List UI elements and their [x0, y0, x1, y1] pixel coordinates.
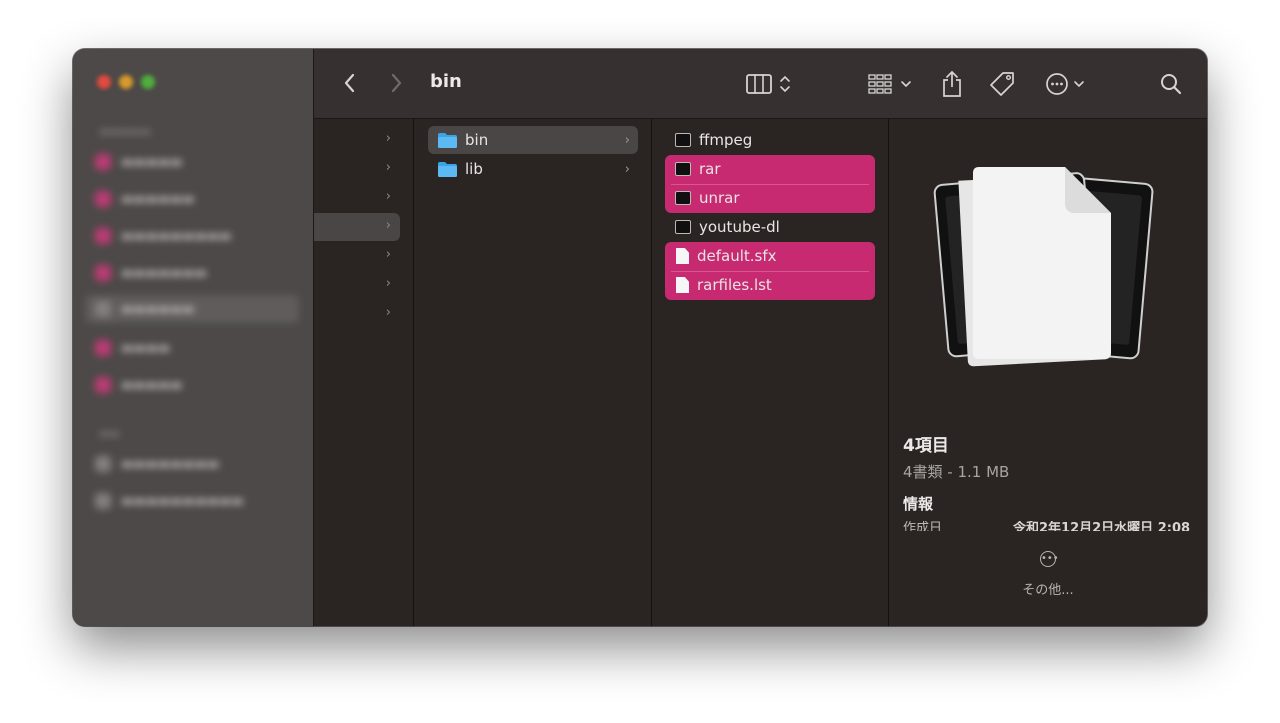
column-view-icon [746, 74, 790, 94]
sidebar-item-icon [95, 493, 111, 509]
folder-icon [438, 132, 457, 148]
chevron-right-icon[interactable]: › [386, 160, 391, 175]
window-title: bin [430, 71, 462, 92]
ellipsis-circle-icon [1046, 73, 1084, 95]
file-row-unrar[interactable]: unrar [665, 184, 875, 212]
minimize-button[interactable] [119, 75, 133, 89]
chevron-right-icon[interactable]: › [386, 276, 391, 291]
search-icon [1161, 74, 1182, 95]
created-value: 令和2年12月2日水曜日 2:08 [1013, 521, 1191, 531]
sidebar-section-header: ▬▬▬▬▬ [99, 125, 151, 138]
sidebar-item[interactable]: ▬▬▬▬▬▬ [95, 298, 195, 320]
more-button[interactable]: ••• その他... [889, 551, 1207, 598]
close-button[interactable] [97, 75, 111, 89]
file-label: youtube-dl [699, 218, 780, 236]
forward-button[interactable] [384, 69, 408, 97]
chevron-left-icon [344, 73, 355, 93]
created-label: 作成日 [903, 521, 943, 531]
folder-icon [438, 161, 457, 177]
sidebar-item[interactable]: ▬▬▬▬▬▬▬▬▬ [95, 225, 232, 247]
file-label: rarfiles.lst [697, 276, 772, 294]
preview-pane: 4項目 4書類 - 1.1 MB 情報 作成日 令和2年12月2日水曜日 2:0… [889, 119, 1207, 626]
file-row-ffmpeg[interactable]: ffmpeg [665, 126, 875, 154]
sidebar-item-icon [95, 154, 111, 170]
executable-icon [675, 133, 691, 147]
chevron-right-icon[interactable]: › [386, 131, 391, 146]
executable-icon [675, 191, 691, 205]
preview-created-row: 作成日 令和2年12月2日水曜日 2:08 [903, 521, 1199, 531]
search-button[interactable] [1158, 71, 1184, 97]
executable-icon [675, 162, 691, 176]
multiple-documents-icon [933, 167, 1154, 367]
action-menu-button[interactable] [1044, 71, 1094, 97]
sidebar-item[interactable]: ▬▬▬▬▬ [95, 151, 182, 173]
group-button[interactable] [867, 71, 917, 97]
column-browser: › › › › › › › bin › lib › ffmpeg rar unr… [314, 119, 1207, 626]
preview-info-heading: 情報 [903, 495, 934, 513]
sidebar-item-icon [95, 340, 111, 356]
sidebar-item-icon [95, 191, 111, 207]
file-row-youtube-dl[interactable]: youtube-dl [665, 213, 875, 241]
toolbar: bin [314, 49, 1207, 119]
chevron-right-icon: › [624, 132, 630, 148]
share-icon [943, 70, 961, 97]
zoom-button[interactable] [141, 75, 155, 89]
window-controls [97, 75, 155, 89]
more-label: その他... [1022, 583, 1074, 598]
preview-title: 4項目 [903, 436, 949, 456]
executable-icon [675, 220, 691, 234]
sidebar-item[interactable]: ▬▬▬▬▬ [95, 374, 182, 396]
file-label: rar [699, 160, 721, 178]
sidebar-item-icon [95, 265, 111, 281]
finder-window: ▬▬▬▬▬ ▬▬▬▬▬ ▬▬▬▬▬▬ ▬▬▬▬▬▬▬▬▬ ▬▬▬▬▬▬▬ ▬▬▬… [73, 49, 1207, 626]
group-grid-icon [868, 74, 911, 94]
sidebar-item[interactable]: ▬▬▬▬▬▬▬▬▬▬ [95, 490, 244, 512]
chevron-right-icon[interactable]: › [386, 218, 391, 233]
file-label: ffmpeg [699, 131, 753, 149]
column-parent: › › › › › › › [314, 119, 414, 626]
sidebar: ▬▬▬▬▬ ▬▬▬▬▬ ▬▬▬▬▬▬ ▬▬▬▬▬▬▬▬▬ ▬▬▬▬▬▬▬ ▬▬▬… [73, 49, 314, 626]
document-icon [676, 277, 689, 293]
sidebar-item-icon [95, 456, 111, 472]
column-files: ffmpeg rar unrar youtube-dl default.sfx … [652, 119, 889, 626]
sidebar-item[interactable]: ▬▬▬▬▬▬▬ [95, 262, 207, 284]
file-row-rar[interactable]: rar [665, 155, 875, 183]
file-row-rarfiles-lst[interactable]: rarfiles.lst [665, 271, 875, 299]
sidebar-item-icon [95, 301, 111, 317]
sidebar-section-header: ▬▬ [99, 427, 120, 440]
chevron-right-icon[interactable]: › [386, 305, 391, 320]
document-icon [676, 248, 689, 264]
folder-label: lib [465, 160, 483, 178]
tag-button[interactable] [988, 69, 1018, 99]
back-button[interactable] [338, 69, 362, 97]
folder-row-bin[interactable]: bin › [428, 126, 638, 154]
column-folders: bin › lib › [414, 119, 652, 626]
preview-subtitle: 4書類 - 1.1 MB [903, 463, 1010, 481]
view-mode-button[interactable] [745, 71, 799, 97]
tag-icon [990, 72, 1014, 96]
sidebar-item[interactable]: ▬▬▬▬▬▬▬▬ [95, 453, 219, 475]
sidebar-item-icon [95, 228, 111, 244]
ellipsis-circle-icon: ••• [1040, 551, 1059, 567]
sidebar-item[interactable]: ▬▬▬▬ [95, 337, 170, 359]
chevron-right-icon [391, 73, 402, 93]
folder-label: bin [465, 131, 489, 149]
chevron-right-icon[interactable]: › [386, 247, 391, 262]
sidebar-item-icon [95, 377, 111, 393]
share-button[interactable] [940, 69, 964, 99]
file-label: unrar [699, 189, 740, 207]
chevron-right-icon[interactable]: › [386, 189, 391, 204]
file-row-default-sfx[interactable]: default.sfx [665, 242, 875, 270]
chevron-right-icon: › [624, 161, 630, 177]
folder-row-lib[interactable]: lib › [428, 155, 638, 183]
sidebar-item[interactable]: ▬▬▬▬▬▬ [95, 188, 195, 210]
file-label: default.sfx [697, 247, 777, 265]
